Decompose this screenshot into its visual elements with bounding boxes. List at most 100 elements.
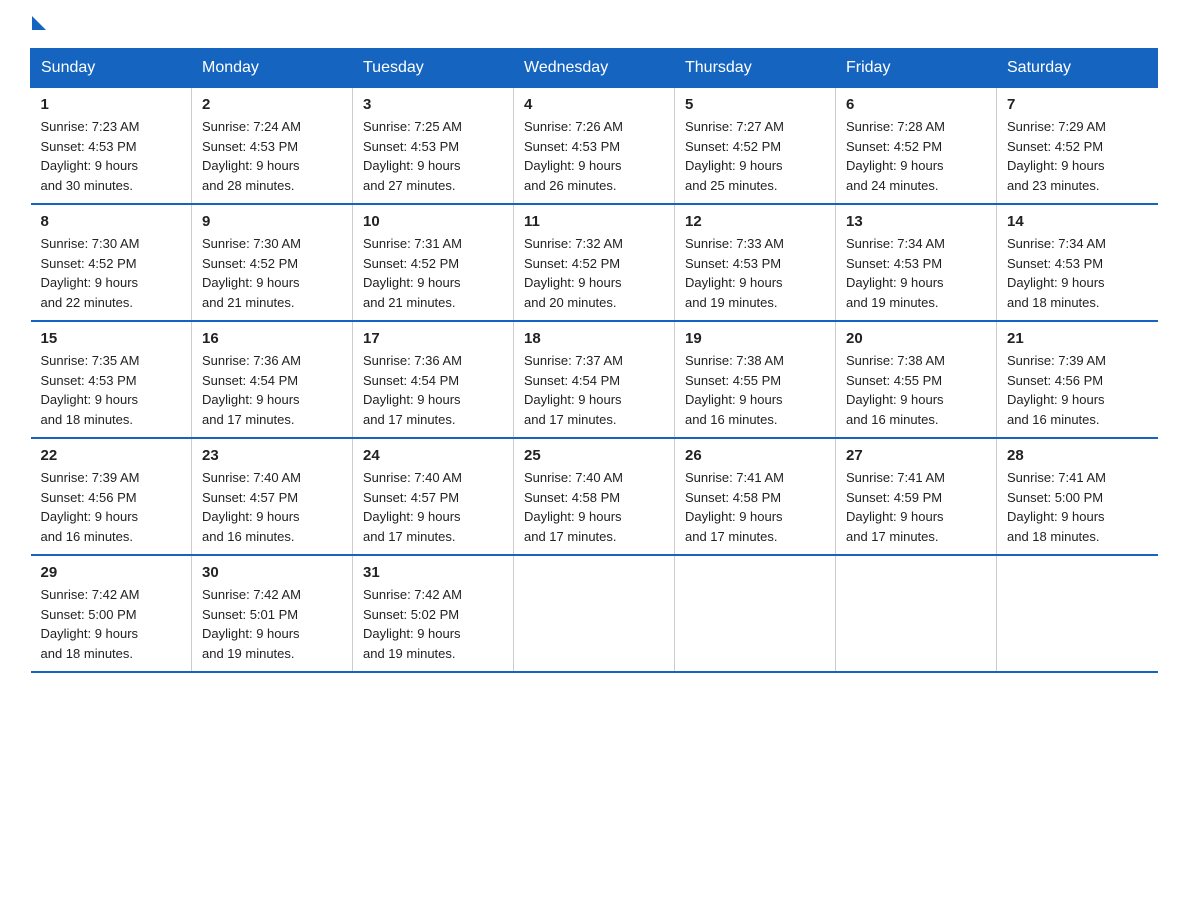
day-number: 4 [524, 96, 664, 113]
table-row [836, 555, 997, 672]
day-number: 30 [202, 564, 342, 581]
day-info: Sunrise: 7:27 AMSunset: 4:52 PMDaylight:… [685, 117, 825, 195]
day-info: Sunrise: 7:26 AMSunset: 4:53 PMDaylight:… [524, 117, 664, 195]
day-info: Sunrise: 7:39 AMSunset: 4:56 PMDaylight:… [41, 468, 182, 546]
day-number: 10 [363, 213, 503, 230]
day-info: Sunrise: 7:34 AMSunset: 4:53 PMDaylight:… [846, 234, 986, 312]
table-row: 24Sunrise: 7:40 AMSunset: 4:57 PMDayligh… [353, 438, 514, 555]
table-row: 5 Sunrise: 7:27 AMSunset: 4:52 PMDaylight… [675, 88, 836, 205]
day-number: 16 [202, 330, 342, 347]
week-row: 22Sunrise: 7:39 AMSunset: 4:56 PMDayligh… [31, 438, 1158, 555]
day-info: Sunrise: 7:40 AMSunset: 4:57 PMDaylight:… [363, 468, 503, 546]
week-row: 1 Sunrise: 7:23 AMSunset: 4:53 PMDaylight… [31, 88, 1158, 205]
day-number: 27 [846, 447, 986, 464]
day-number: 2 [202, 96, 342, 113]
table-row: 27 Sunrise: 7:41 AMSunset: 4:59 PMDayligh… [836, 438, 997, 555]
col-tuesday: Tuesday [353, 49, 514, 88]
day-info: Sunrise: 7:35 AMSunset: 4:53 PMDaylight:… [41, 351, 182, 429]
day-number: 31 [363, 564, 503, 581]
day-info: Sunrise: 7:36 AMSunset: 4:54 PMDaylight:… [202, 351, 342, 429]
day-info: Sunrise: 7:30 AMSunset: 4:52 PMDaylight:… [41, 234, 182, 312]
logo-triangle-icon [32, 16, 46, 30]
calendar-table: Sunday Monday Tuesday Wednesday Thursday… [30, 48, 1158, 673]
day-info: Sunrise: 7:42 AMSunset: 5:00 PMDaylight:… [41, 585, 182, 663]
table-row: 19 Sunrise: 7:38 AMSunset: 4:55 PMDayligh… [675, 321, 836, 438]
table-row: 18 Sunrise: 7:37 AMSunset: 4:54 PMDayligh… [514, 321, 675, 438]
day-number: 14 [1007, 213, 1148, 230]
day-number: 1 [41, 96, 182, 113]
day-number: 11 [524, 213, 664, 230]
day-number: 15 [41, 330, 182, 347]
day-info: Sunrise: 7:28 AMSunset: 4:52 PMDaylight:… [846, 117, 986, 195]
day-info: Sunrise: 7:30 AMSunset: 4:52 PMDaylight:… [202, 234, 342, 312]
day-info: Sunrise: 7:40 AMSunset: 4:58 PMDaylight:… [524, 468, 664, 546]
day-number: 29 [41, 564, 182, 581]
day-info: Sunrise: 7:41 AMSunset: 4:59 PMDaylight:… [846, 468, 986, 546]
header-row: Sunday Monday Tuesday Wednesday Thursday… [31, 49, 1158, 88]
day-number: 18 [524, 330, 664, 347]
col-friday: Friday [836, 49, 997, 88]
day-info: Sunrise: 7:25 AMSunset: 4:53 PMDaylight:… [363, 117, 503, 195]
table-row: 23 Sunrise: 7:40 AMSunset: 4:57 PMDayligh… [192, 438, 353, 555]
table-row: 8Sunrise: 7:30 AMSunset: 4:52 PMDaylight… [31, 204, 192, 321]
table-row: 29 Sunrise: 7:42 AMSunset: 5:00 PMDayligh… [31, 555, 192, 672]
day-info: Sunrise: 7:38 AMSunset: 4:55 PMDaylight:… [685, 351, 825, 429]
day-number: 6 [846, 96, 986, 113]
calendar-body: 1 Sunrise: 7:23 AMSunset: 4:53 PMDaylight… [31, 88, 1158, 673]
day-info: Sunrise: 7:41 AMSunset: 5:00 PMDaylight:… [1007, 468, 1148, 546]
day-info: Sunrise: 7:31 AMSunset: 4:52 PMDaylight:… [363, 234, 503, 312]
day-info: Sunrise: 7:29 AMSunset: 4:52 PMDaylight:… [1007, 117, 1148, 195]
day-number: 3 [363, 96, 503, 113]
table-row [514, 555, 675, 672]
day-number: 12 [685, 213, 825, 230]
week-row: 29 Sunrise: 7:42 AMSunset: 5:00 PMDayligh… [31, 555, 1158, 672]
day-info: Sunrise: 7:40 AMSunset: 4:57 PMDaylight:… [202, 468, 342, 546]
week-row: 8Sunrise: 7:30 AMSunset: 4:52 PMDaylight… [31, 204, 1158, 321]
table-row: 17 Sunrise: 7:36 AMSunset: 4:54 PMDayligh… [353, 321, 514, 438]
day-number: 20 [846, 330, 986, 347]
table-row: 11 Sunrise: 7:32 AMSunset: 4:52 PMDayligh… [514, 204, 675, 321]
table-row: 30Sunrise: 7:42 AMSunset: 5:01 PMDayligh… [192, 555, 353, 672]
day-info: Sunrise: 7:38 AMSunset: 4:55 PMDaylight:… [846, 351, 986, 429]
table-row: 6 Sunrise: 7:28 AMSunset: 4:52 PMDaylight… [836, 88, 997, 205]
col-saturday: Saturday [997, 49, 1158, 88]
table-row [675, 555, 836, 672]
day-number: 17 [363, 330, 503, 347]
day-info: Sunrise: 7:33 AMSunset: 4:53 PMDaylight:… [685, 234, 825, 312]
col-sunday: Sunday [31, 49, 192, 88]
table-row: 9Sunrise: 7:30 AMSunset: 4:52 PMDaylight… [192, 204, 353, 321]
day-number: 19 [685, 330, 825, 347]
table-row: 4 Sunrise: 7:26 AMSunset: 4:53 PMDaylight… [514, 88, 675, 205]
day-number: 21 [1007, 330, 1148, 347]
page-header [30, 20, 1158, 30]
col-wednesday: Wednesday [514, 49, 675, 88]
table-row: 3 Sunrise: 7:25 AMSunset: 4:53 PMDaylight… [353, 88, 514, 205]
table-row: 15 Sunrise: 7:35 AMSunset: 4:53 PMDayligh… [31, 321, 192, 438]
table-row: 2 Sunrise: 7:24 AMSunset: 4:53 PMDaylight… [192, 88, 353, 205]
table-row: 16 Sunrise: 7:36 AMSunset: 4:54 PMDayligh… [192, 321, 353, 438]
table-row: 10 Sunrise: 7:31 AMSunset: 4:52 PMDayligh… [353, 204, 514, 321]
day-number: 28 [1007, 447, 1148, 464]
day-info: Sunrise: 7:24 AMSunset: 4:53 PMDaylight:… [202, 117, 342, 195]
table-row: 21 Sunrise: 7:39 AMSunset: 4:56 PMDayligh… [997, 321, 1158, 438]
table-row: 12 Sunrise: 7:33 AMSunset: 4:53 PMDayligh… [675, 204, 836, 321]
table-row: 14Sunrise: 7:34 AMSunset: 4:53 PMDayligh… [997, 204, 1158, 321]
day-number: 25 [524, 447, 664, 464]
table-row: 26 Sunrise: 7:41 AMSunset: 4:58 PMDayligh… [675, 438, 836, 555]
day-number: 7 [1007, 96, 1148, 113]
day-number: 23 [202, 447, 342, 464]
calendar-header: Sunday Monday Tuesday Wednesday Thursday… [31, 49, 1158, 88]
table-row: 22Sunrise: 7:39 AMSunset: 4:56 PMDayligh… [31, 438, 192, 555]
day-number: 5 [685, 96, 825, 113]
day-info: Sunrise: 7:32 AMSunset: 4:52 PMDaylight:… [524, 234, 664, 312]
table-row: 31 Sunrise: 7:42 AMSunset: 5:02 PMDayligh… [353, 555, 514, 672]
day-number: 13 [846, 213, 986, 230]
day-info: Sunrise: 7:36 AMSunset: 4:54 PMDaylight:… [363, 351, 503, 429]
day-info: Sunrise: 7:42 AMSunset: 5:02 PMDaylight:… [363, 585, 503, 663]
day-info: Sunrise: 7:41 AMSunset: 4:58 PMDaylight:… [685, 468, 825, 546]
day-number: 26 [685, 447, 825, 464]
day-info: Sunrise: 7:23 AMSunset: 4:53 PMDaylight:… [41, 117, 182, 195]
day-info: Sunrise: 7:37 AMSunset: 4:54 PMDaylight:… [524, 351, 664, 429]
table-row: 13 Sunrise: 7:34 AMSunset: 4:53 PMDayligh… [836, 204, 997, 321]
day-info: Sunrise: 7:39 AMSunset: 4:56 PMDaylight:… [1007, 351, 1148, 429]
